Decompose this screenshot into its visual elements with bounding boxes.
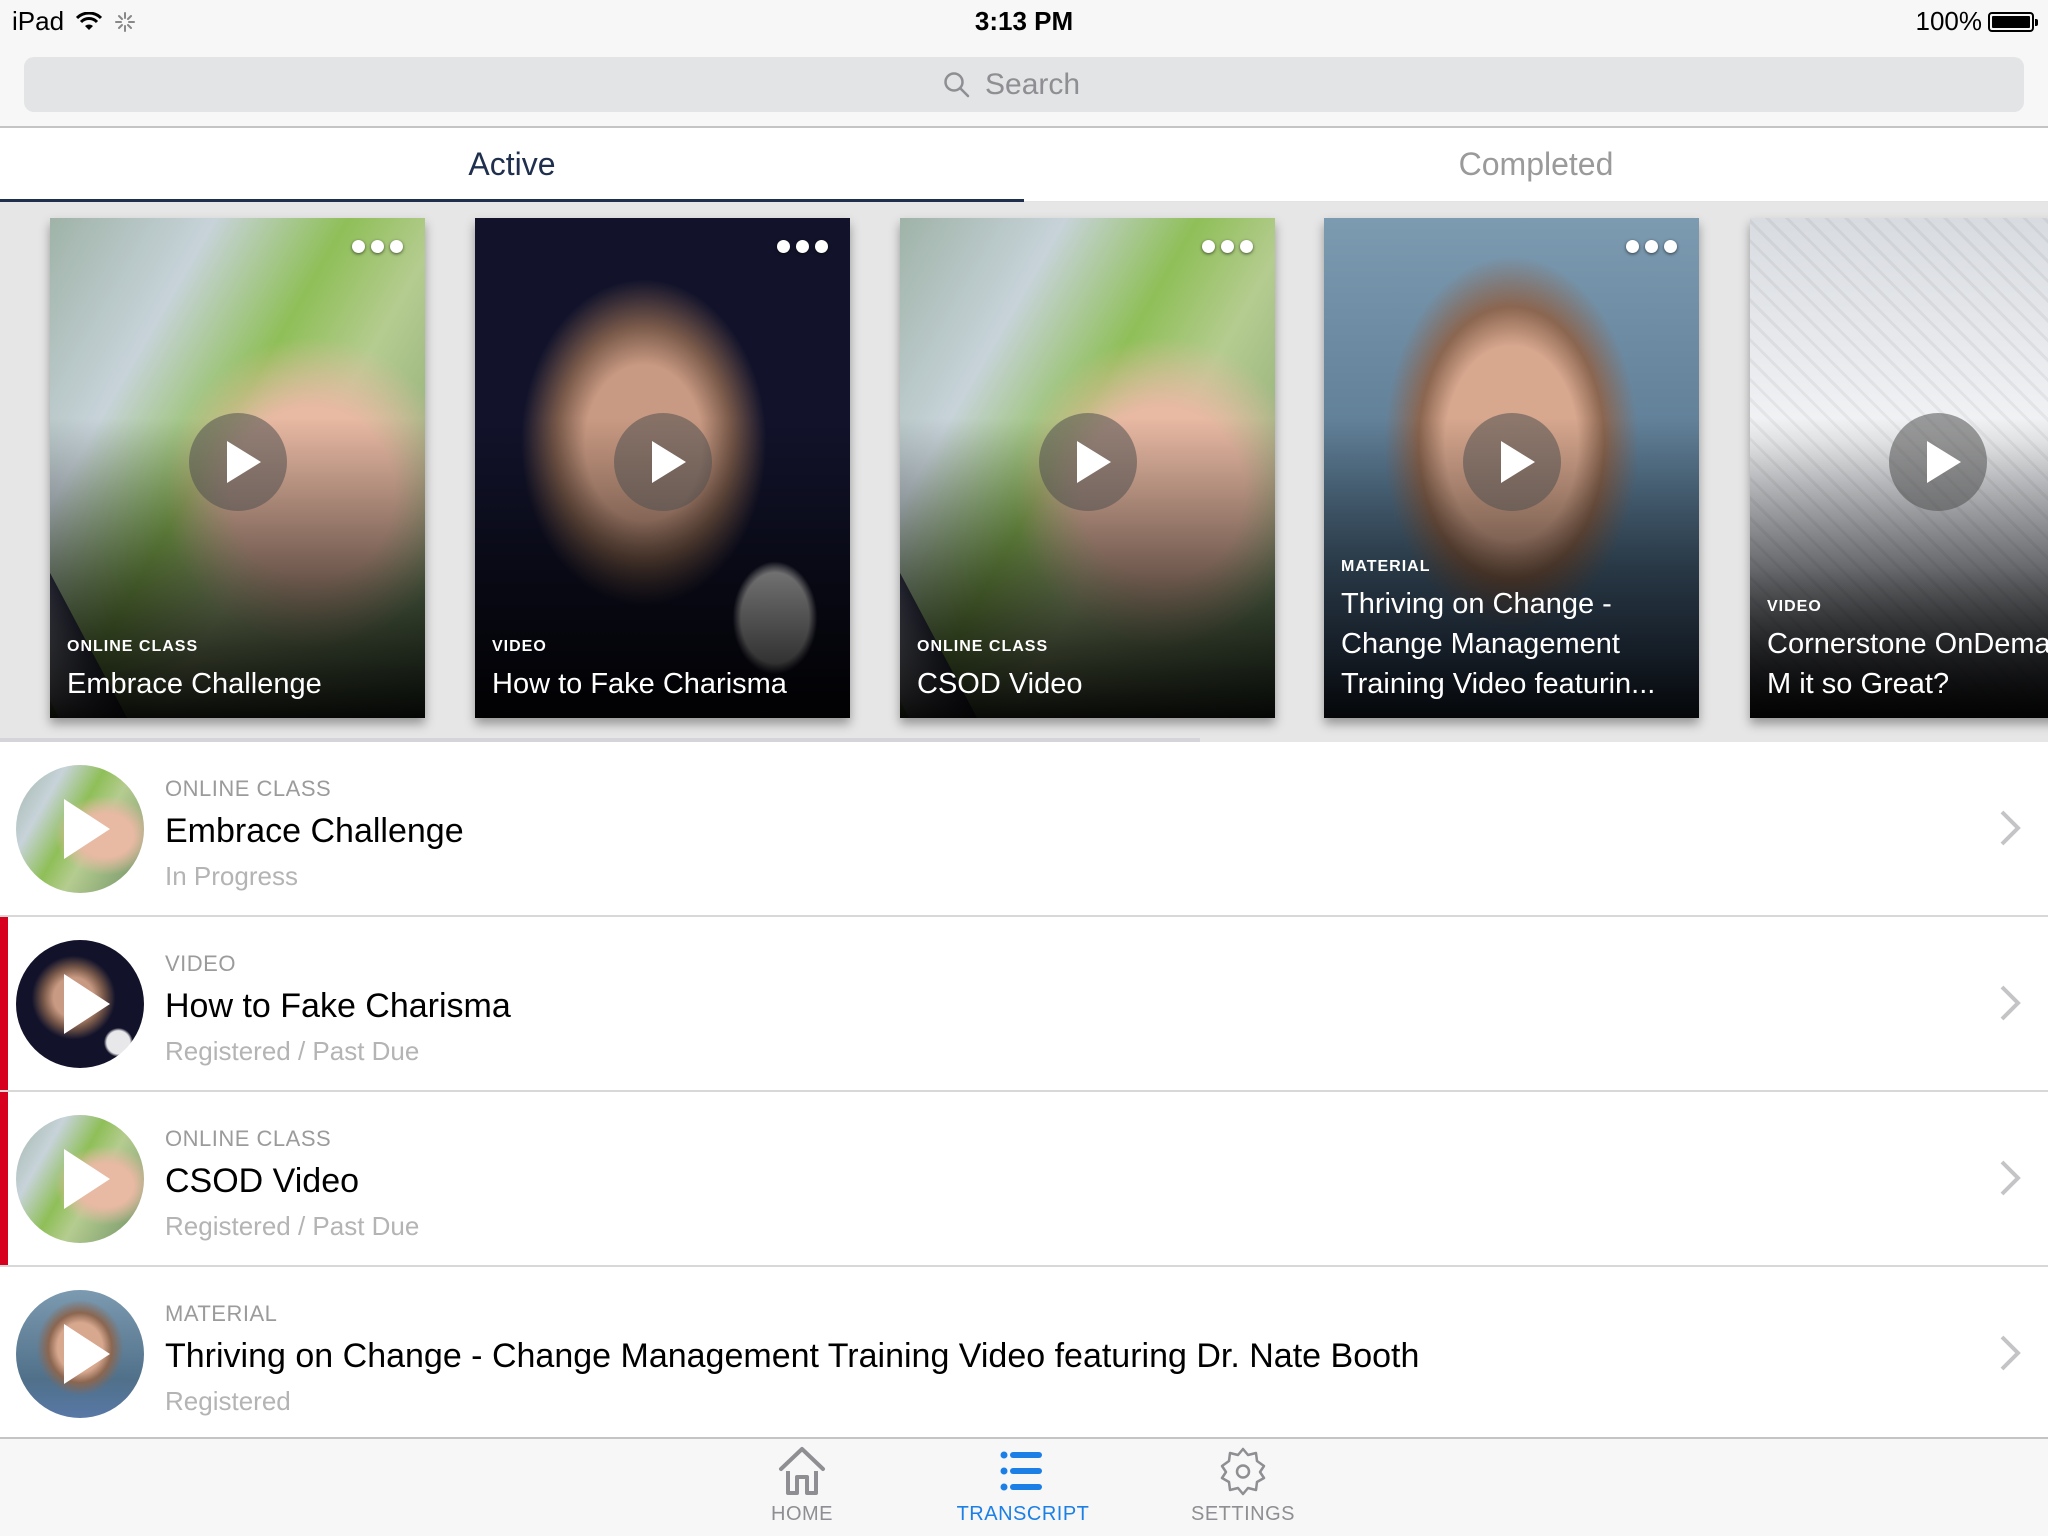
search-bar-container xyxy=(0,56,2048,128)
card-text: VIDEO Cornerstone OnDemand-What M it so … xyxy=(1767,598,2048,704)
play-icon[interactable] xyxy=(1038,413,1137,511)
card-type: ONLINE CLASS xyxy=(67,638,199,655)
carousel-card[interactable]: ONLINE CLASS Embrace Challenge xyxy=(50,218,425,718)
carousel-track: ONLINE CLASS Embrace Challenge VIDEO How… xyxy=(0,218,2048,718)
item-title: How to Fake Charisma xyxy=(165,987,511,1025)
transcript-list: ONLINE CLASS Embrace Challenge In Progre… xyxy=(0,742,2048,1437)
status-time: 3:13 PM xyxy=(974,6,1074,36)
featured-carousel[interactable]: ONLINE CLASS Embrace Challenge VIDEO How… xyxy=(0,202,2048,742)
gear-icon xyxy=(1220,1447,1266,1496)
card-title: Embrace Challenge xyxy=(67,668,322,700)
play-icon xyxy=(64,1324,110,1384)
status-right: 100% xyxy=(1915,6,2038,37)
item-title: CSOD Video xyxy=(165,1162,360,1200)
card-text: VIDEO How to Fake Charisma xyxy=(492,638,833,704)
tab-active[interactable]: Active xyxy=(0,128,1024,202)
item-status: Registered / Past Due xyxy=(165,1036,420,1066)
card-text: MATERIAL Thriving on Change - Change Man… xyxy=(1341,558,1682,704)
tab-transcript-label: TRANSCRIPT xyxy=(956,1503,1090,1525)
card-title: How to Fake Charisma xyxy=(492,668,787,700)
play-icon xyxy=(64,974,110,1034)
tab-settings-label: SETTINGS xyxy=(1190,1503,1295,1525)
tab-settings[interactable]: SETTINGS xyxy=(1153,1445,1333,1526)
card-type: MATERIAL xyxy=(1341,558,1431,575)
card-title: CSOD Video xyxy=(917,668,1083,700)
list-item[interactable]: ONLINE CLASS CSOD Video Registered / Pas… xyxy=(0,1092,2048,1267)
play-icon[interactable] xyxy=(613,413,712,511)
list-item[interactable]: MATERIAL Thriving on Change - Change Man… xyxy=(0,1267,2048,1437)
card-type: ONLINE CLASS xyxy=(917,638,1049,655)
play-icon[interactable] xyxy=(1888,413,1987,511)
segment-tabs: Active Completed xyxy=(0,128,2048,202)
chevron-right-icon xyxy=(2000,1335,2021,1371)
play-icon xyxy=(64,1149,110,1209)
tab-home-label: HOME xyxy=(771,1503,833,1525)
battery-percent: 100% xyxy=(1915,6,1983,36)
tab-completed[interactable]: Completed xyxy=(1024,128,2048,201)
item-thumbnail xyxy=(16,1115,144,1243)
battery-icon xyxy=(1988,11,2038,32)
item-type: ONLINE CLASS xyxy=(165,776,332,801)
item-type: VIDEO xyxy=(165,951,236,976)
item-thumbnail xyxy=(16,765,144,893)
card-title: Cornerstone OnDemand-What M it so Great? xyxy=(1767,628,2048,700)
chevron-right-icon xyxy=(2000,810,2021,846)
chevron-right-icon xyxy=(2000,985,2021,1021)
card-type: VIDEO xyxy=(1767,598,1822,615)
item-title: Embrace Challenge xyxy=(165,812,464,850)
item-type: ONLINE CLASS xyxy=(165,1126,332,1151)
card-text: ONLINE CLASS Embrace Challenge xyxy=(67,638,408,704)
play-icon[interactable] xyxy=(188,413,287,511)
more-options-icon[interactable] xyxy=(1626,240,1677,253)
tab-transcript[interactable]: TRANSCRIPT xyxy=(933,1445,1113,1526)
list-icon xyxy=(1000,1451,1042,1491)
play-icon xyxy=(64,799,110,859)
card-type: VIDEO xyxy=(492,638,547,655)
item-thumbnail xyxy=(16,940,144,1068)
play-icon[interactable] xyxy=(1462,413,1561,511)
item-text: VIDEO How to Fake Charisma Registered / … xyxy=(165,951,511,1067)
item-status: Registered / Past Due xyxy=(165,1211,420,1241)
item-text: ONLINE CLASS CSOD Video Registered / Pas… xyxy=(165,1126,419,1242)
status-bar: iPad 3:13 PM 100% xyxy=(0,0,2048,56)
card-title: Thriving on Change - Change Management T… xyxy=(1341,588,1656,700)
item-status: In Progress xyxy=(165,861,298,891)
home-icon xyxy=(779,1447,825,1495)
carousel-card[interactable]: VIDEO Cornerstone OnDemand-What M it so … xyxy=(1750,218,2048,718)
more-options-icon[interactable] xyxy=(352,240,403,253)
carousel-card[interactable]: ONLINE CLASS CSOD Video xyxy=(900,218,1275,718)
more-options-icon[interactable] xyxy=(1202,240,1253,253)
carousel-card[interactable]: MATERIAL Thriving on Change - Change Man… xyxy=(1324,218,1699,718)
item-text: MATERIAL Thriving on Change - Change Man… xyxy=(165,1301,1419,1417)
list-item[interactable]: ONLINE CLASS Embrace Challenge In Progre… xyxy=(0,742,2048,917)
item-thumbnail xyxy=(16,1290,144,1418)
item-title: Thriving on Change - Change Management T… xyxy=(165,1337,1420,1375)
chevron-right-icon xyxy=(2000,1160,2021,1196)
item-status: Registered xyxy=(165,1386,291,1416)
search-icon xyxy=(944,71,970,97)
item-type: MATERIAL xyxy=(165,1301,278,1326)
battery-fill xyxy=(1992,15,2030,28)
item-text: ONLINE CLASS Embrace Challenge In Progre… xyxy=(165,776,464,892)
tab-home[interactable]: HOME xyxy=(712,1445,892,1526)
search-input[interactable] xyxy=(985,67,1105,102)
list-item[interactable]: VIDEO How to Fake Charisma Registered / … xyxy=(0,917,2048,1092)
search-field[interactable] xyxy=(24,57,2024,112)
more-options-icon[interactable] xyxy=(777,240,828,253)
card-text: ONLINE CLASS CSOD Video xyxy=(917,638,1258,704)
bottom-tab-bar: HOME TRANSCRIPT SETTINGS xyxy=(0,1437,2048,1536)
carousel-card[interactable]: VIDEO How to Fake Charisma xyxy=(475,218,850,718)
